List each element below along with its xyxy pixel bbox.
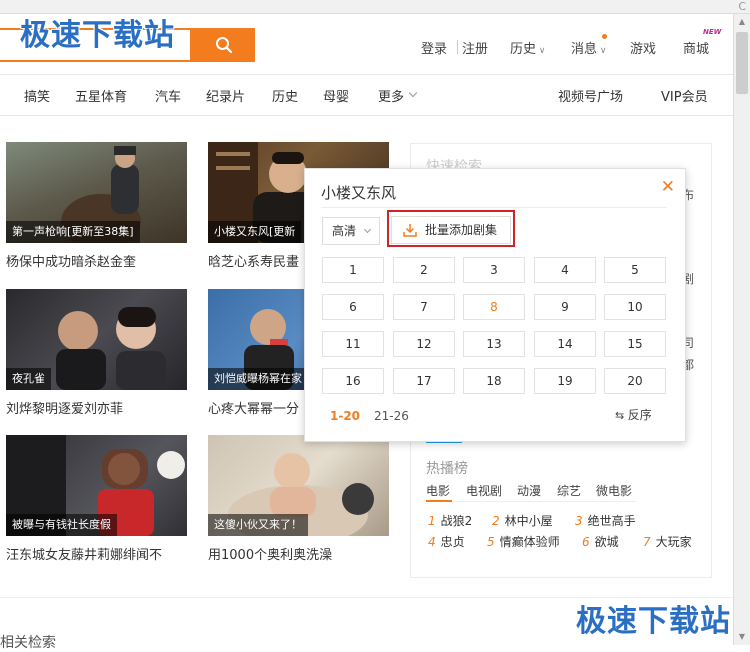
sort-icon: ⇆ <box>615 409 628 422</box>
games-link[interactable]: 游戏 <box>630 38 656 57</box>
episode-button[interactable]: 14 <box>534 331 596 357</box>
quality-select[interactable]: 高清 <box>322 217 380 245</box>
thumb-caption: 小楼又东风[更新 <box>208 221 302 243</box>
page-range-21-26[interactable]: 21-26 <box>374 409 409 423</box>
chevron-down-icon: ∨ <box>597 46 607 56</box>
video-square-link[interactable]: 视频号广场 <box>558 86 623 105</box>
partial-section-title: 相关检索 <box>0 635 56 651</box>
category-item[interactable]: 历史 <box>272 86 298 105</box>
episode-button[interactable]: 2 <box>393 257 455 283</box>
episode-button[interactable]: 18 <box>463 368 525 394</box>
vertical-scrollbar[interactable]: ▲ ▼ <box>733 14 750 645</box>
search-button[interactable] <box>192 28 255 62</box>
hot-list-item[interactable]: 4 忠贞 <box>428 533 465 550</box>
thumb-caption: 这傻小伙又来了！ <box>208 514 308 536</box>
chevron-down-icon <box>363 225 372 234</box>
video-title[interactable]: 刘烨黎明逐爱刘亦菲 <box>6 398 123 417</box>
episode-button[interactable]: 19 <box>534 368 596 394</box>
episode-button[interactable]: 3 <box>463 257 525 283</box>
scroll-down-icon[interactable]: ▼ <box>734 629 750 645</box>
category-item[interactable]: 汽车 <box>155 86 181 105</box>
watermark-logo: 极速下载站 <box>576 604 731 639</box>
history-label: 历史 <box>510 42 537 57</box>
new-badge: NEW <box>703 28 722 36</box>
thumb-caption: 刘恺威曝杨幂在家 <box>208 368 308 390</box>
download-icon <box>403 224 417 237</box>
hot-tab-tv[interactable]: 电视剧 <box>466 482 502 499</box>
episode-button[interactable]: 10 <box>604 294 666 320</box>
video-title[interactable]: 汪东城女友藤井莉娜绯闻不 <box>6 544 162 563</box>
popup-title: 小楼又东风 <box>321 184 397 202</box>
episode-button-current[interactable]: 8 <box>463 294 525 320</box>
hot-tab-anime[interactable]: 动漫 <box>517 482 541 499</box>
episode-button[interactable]: 7 <box>393 294 455 320</box>
episode-button[interactable]: 12 <box>393 331 455 357</box>
video-thumbnail[interactable]: 夜孔雀 <box>6 289 187 390</box>
video-title[interactable]: 心疼大幂幂一分 <box>208 398 299 417</box>
sort-label: 反序 <box>627 408 652 422</box>
history-menu[interactable]: 历史 ∨ <box>510 38 545 57</box>
video-thumbnail[interactable]: 第一声枪响[更新至38集] <box>6 142 187 243</box>
page-range-1-20[interactable]: 1-20 <box>330 409 360 423</box>
reverse-sort-button[interactable]: ⇆ 反序 <box>615 406 652 423</box>
hot-tab-microfilm[interactable]: 微电影 <box>596 482 632 499</box>
mall-link[interactable]: 商城 <box>683 38 709 57</box>
episode-button[interactable]: 11 <box>322 331 384 357</box>
episode-button[interactable]: 17 <box>393 368 455 394</box>
category-item[interactable]: 五星体育 <box>75 86 127 105</box>
login-link[interactable]: 登录 <box>421 38 447 57</box>
refresh-icon[interactable]: C <box>738 0 746 13</box>
messages-menu[interactable]: 消息 ∨ <box>571 38 606 57</box>
thumb-caption: 夜孔雀 <box>6 368 51 390</box>
category-item[interactable]: 搞笑 <box>24 86 50 105</box>
quality-label: 高清 <box>332 224 357 238</box>
category-item[interactable]: 母婴 <box>323 86 349 105</box>
thumb-caption: 第一声枪响[更新至38集] <box>6 221 140 243</box>
episode-popup: 小楼又东风 ✕ 高清 批量添加剧集 1 2 3 4 5 6 7 8 9 10 1… <box>304 168 686 442</box>
batch-add-button[interactable]: 批量添加剧集 <box>391 216 511 244</box>
hot-list-item[interactable]: 7 大玩家 <box>643 533 692 550</box>
messages-label: 消息 <box>571 42 598 57</box>
notification-dot <box>602 34 607 39</box>
hot-list-item[interactable]: 6 欲城 <box>582 533 619 550</box>
episode-button[interactable]: 4 <box>534 257 596 283</box>
episode-button[interactable]: 5 <box>604 257 666 283</box>
episode-button[interactable]: 20 <box>604 368 666 394</box>
video-thumbnail[interactable]: 这傻小伙又来了！ <box>208 435 389 536</box>
vip-link[interactable]: VIP会员 <box>661 86 708 105</box>
hot-list-title: 热播榜 <box>426 461 468 477</box>
hot-tab-variety[interactable]: 综艺 <box>557 482 581 499</box>
episode-button[interactable]: 15 <box>604 331 666 357</box>
hot-list-item[interactable]: 3 绝世高手 <box>575 512 636 529</box>
video-title[interactable]: 用1000个奥利奥洗澡 <box>208 544 332 563</box>
batch-add-label: 批量添加剧集 <box>425 223 498 237</box>
watermark-logo: 极速下载站 <box>20 18 175 53</box>
nav-divider <box>457 40 458 54</box>
chevron-down-icon: ∨ <box>536 46 546 56</box>
popup-divider <box>321 207 667 208</box>
episode-button[interactable]: 1 <box>322 257 384 283</box>
hot-list-item[interactable]: 5 情癫体验师 <box>487 533 560 550</box>
video-thumbnail[interactable]: 被曝与有钱社长度假 <box>6 435 187 536</box>
category-more[interactable]: 更多 <box>378 86 404 105</box>
hot-tab-movie[interactable]: 电影 <box>426 482 450 499</box>
episode-button[interactable]: 13 <box>463 331 525 357</box>
scroll-up-icon[interactable]: ▲ <box>734 14 750 30</box>
close-icon[interactable]: ✕ <box>661 177 675 197</box>
hot-list-item[interactable]: 1 战狼2 <box>428 512 472 529</box>
video-title[interactable]: 晗芝心系寿民畫 <box>208 251 299 270</box>
scroll-thumb[interactable] <box>736 32 748 94</box>
episode-button[interactable]: 6 <box>322 294 384 320</box>
tab-divider <box>426 501 636 502</box>
thumb-caption: 被曝与有钱社长度假 <box>6 514 117 536</box>
register-link[interactable]: 注册 <box>462 38 488 57</box>
episode-button[interactable]: 9 <box>534 294 596 320</box>
category-item[interactable]: 纪录片 <box>206 86 245 105</box>
search-icon <box>215 37 232 54</box>
hot-list-item[interactable]: 2 林中小屋 <box>492 512 553 529</box>
video-title[interactable]: 杨保中成功暗杀赵金奎 <box>6 251 136 270</box>
episode-button[interactable]: 16 <box>322 368 384 394</box>
active-tab-indicator <box>426 500 452 502</box>
